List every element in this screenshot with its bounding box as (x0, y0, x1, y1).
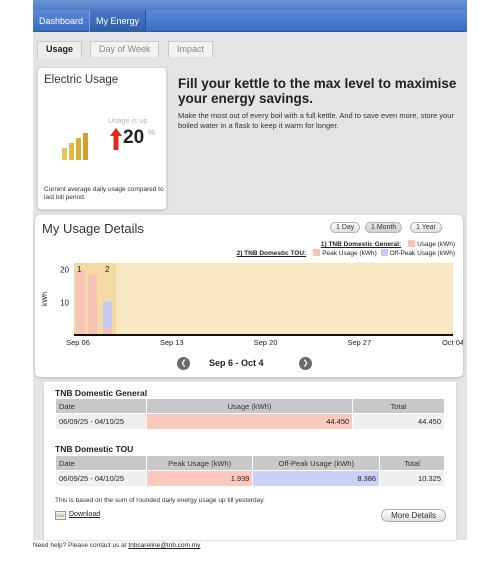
usage-description: Current average daily usage compared to … (44, 186, 164, 201)
usage-tables: TNB Domestic General Date Usage (kWh) To… (44, 382, 456, 540)
download-label: Download (69, 511, 101, 518)
general-date-cell: 06/09/25 - 04/10/25 (55, 413, 147, 430)
tab-impact[interactable]: Impact (168, 41, 214, 57)
bar-group-label: 2 (105, 265, 110, 274)
tou-table-title: TNB Domestic TOU (55, 444, 134, 454)
electric-usage-title: Electric Usage (44, 74, 119, 86)
percent-sign: % (148, 128, 156, 137)
nav-my-energy[interactable]: My Energy (89, 10, 147, 32)
tou-date-cell: 06/09/25 - 04/10/25 (55, 470, 147, 487)
tou-col-offpeak: Off-Peak Usage (kWh) (252, 455, 381, 471)
general-table-title: TNB Domestic General (55, 388, 148, 398)
usage-percent: 20 (123, 127, 145, 148)
general-usage-cell: 44.450 (145, 413, 354, 430)
y-tick-label: 20 (60, 266, 69, 275)
usage-chart: 10 20 kWh 1 2 Sep 06 Sep 13 Sep 20 Sep 27 Oct 04 (42, 263, 463, 347)
top-nav: Dashboard My Energy (33, 10, 467, 32)
tip-body: Make the most out of every boil with a f… (178, 111, 454, 130)
usage-bars-icon (62, 133, 88, 160)
x-tick-label: Sep 20 (254, 338, 278, 347)
usage-trend-label: Usage is up (108, 116, 148, 125)
tab-usage[interactable]: Usage (37, 41, 83, 58)
tou-col-total: Total (379, 455, 445, 471)
x-tick-label: Sep 13 (160, 338, 184, 347)
arrow-up-icon (110, 128, 122, 150)
offpeak-usage-bar (103, 301, 112, 329)
general-col-total: Total (352, 398, 445, 414)
usage-bar (76, 271, 85, 335)
x-tick-label: Oct 04 (442, 338, 463, 347)
tip-title: Fill your kettle to the max level to max… (178, 76, 457, 106)
tou-col-date: Date (55, 455, 147, 471)
energy-tip: Fill your kettle to the max level to max… (178, 76, 458, 130)
electric-usage-card: Electric Usage Usage is up 20 % Current … (37, 67, 167, 210)
chevron-left-icon: ❮ (180, 360, 187, 367)
period-prev-button[interactable]: ❮ (177, 357, 190, 370)
header-strip (33, 0, 467, 10)
general-col-date: Date (55, 398, 147, 414)
csv-icon: CSV (55, 511, 66, 520)
general-table: Date Usage (kWh) Total 06/09/25 - 04/10/… (55, 398, 445, 430)
tou-peak-cell: 1.939 (145, 470, 254, 487)
x-tick-label: Sep 27 (347, 338, 371, 347)
table-row: 06/09/25 - 04/10/25 1.939 8.386 10.325 (55, 470, 445, 487)
tou-offpeak-cell: 8.386 (252, 470, 381, 487)
chart-background (74, 263, 453, 335)
y-axis-label: kWh (42, 292, 49, 306)
help-prefix: Need help? Please contact us at (33, 542, 127, 549)
table-row: 06/09/25 - 04/10/25 44.450 44.450 (55, 413, 445, 430)
more-details-button[interactable]: More Details (381, 509, 446, 522)
main-panel: Usage Day of Week Impact Electric Usage … (33, 32, 467, 540)
x-tick-label: Sep 06 (66, 338, 90, 347)
usage-bar (88, 274, 97, 335)
usage-details-panel: My Usage Details 1 Day 1 Month 1 Year 1)… (35, 215, 463, 377)
period-label: Sep 6 - Oct 4 (209, 358, 264, 368)
tab-day-of-week[interactable]: Day of Week (90, 41, 160, 57)
general-total-cell: 44.450 (352, 413, 445, 430)
download-link[interactable]: CSV Download (55, 511, 100, 520)
help-email-link[interactable]: tnbcareline@tnb.com.my (128, 542, 200, 549)
y-tick-label: 10 (60, 298, 69, 307)
tou-col-peak: Peak Usage (kWh) (145, 455, 254, 471)
tab-bar: Usage Day of Week Impact (33, 32, 467, 58)
bar-group-label: 1 (77, 265, 82, 274)
nav-dashboard[interactable]: Dashboard (33, 10, 89, 32)
chevron-right-icon: ❯ (302, 360, 309, 367)
tou-total-cell: 10.325 (379, 470, 445, 487)
period-next-button[interactable]: ❯ (299, 357, 312, 370)
footer-note: This is based on the sum of rounded dail… (55, 497, 265, 504)
general-col-usage: Usage (kWh) (145, 398, 354, 414)
tou-table: Date Peak Usage (kWh) Off-Peak Usage (kW… (55, 455, 445, 487)
help-text: Need help? Please contact us at tnbcarel… (33, 542, 200, 549)
